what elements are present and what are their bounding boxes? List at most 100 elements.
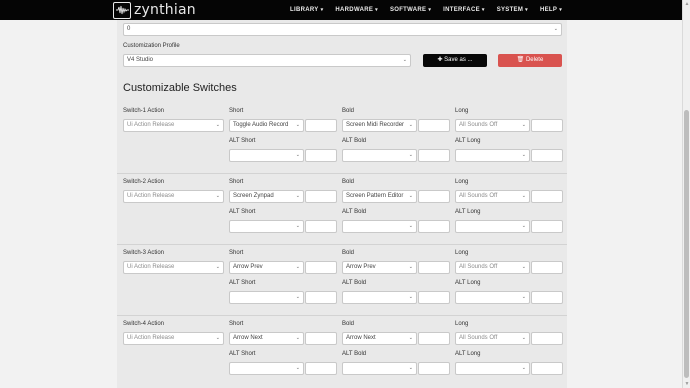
- switch-3-alt-short-label: ALT Short: [229, 280, 256, 286]
- switch-1-short-param-input[interactable]: [305, 119, 337, 132]
- switch-3-alt-long-param-input[interactable]: [531, 291, 563, 304]
- switch-3-action-select[interactable]: Ui Action Release ⌄: [123, 261, 224, 274]
- switch-4-alt-long-param-input[interactable]: [531, 362, 563, 375]
- switch-4-short-select[interactable]: Arrow Next ⌄: [229, 332, 304, 345]
- scrollbar-thumb[interactable]: [684, 110, 689, 378]
- menu-library[interactable]: LIBRARY ▾: [290, 7, 323, 13]
- chevron-down-icon: ⌄: [215, 122, 220, 128]
- switch-1-label: Switch-1 Action: [123, 108, 165, 114]
- switch-2-short-label: Short: [229, 179, 244, 185]
- switch-4-long-param-input[interactable]: [531, 332, 563, 345]
- top-select-value: 0: [127, 26, 131, 32]
- switch-separator: [117, 315, 567, 316]
- menu-hardware[interactable]: HARDWARE ▾: [335, 7, 378, 13]
- switch-2-alt-bold-param-input[interactable]: [418, 220, 450, 233]
- switch-4-alt-long-label: ALT Long: [455, 351, 481, 357]
- switch-2-long-param-input[interactable]: [531, 190, 563, 203]
- switch-2-short-param-input[interactable]: [305, 190, 337, 203]
- switch-1-action-select[interactable]: Ui Action Release ⌄: [123, 119, 224, 132]
- switch-2-long-select[interactable]: All Sounds Off ⌄: [455, 190, 530, 203]
- switch-1-long-select-value: All Sounds Off: [459, 122, 498, 128]
- menu-help[interactable]: HELP ▾: [540, 7, 562, 13]
- switch-3-label: Switch-3 Action: [123, 250, 165, 256]
- menu-label: HARDWARE: [335, 7, 374, 13]
- switch-2-short-select[interactable]: Screen Zynpad ⌄: [229, 190, 304, 203]
- switch-3-bold-select-value: Arrow Prev: [346, 264, 376, 270]
- switch-1-alt-long-select[interactable]: ⌄: [455, 149, 530, 162]
- switch-2-alt-short-select[interactable]: ⌄: [229, 220, 304, 233]
- switch-3-alt-long-select[interactable]: ⌄: [455, 291, 530, 304]
- switch-3-short-param-input[interactable]: [305, 261, 337, 274]
- menu-software[interactable]: SOFTWARE ▾: [390, 7, 431, 13]
- chevron-down-icon: ⌄: [408, 152, 413, 158]
- switch-3-alt-short-select[interactable]: ⌄: [229, 291, 304, 304]
- profile-label: Customization Profile: [123, 43, 180, 49]
- switch-4-alt-short-select[interactable]: ⌄: [229, 362, 304, 375]
- switch-2-alt-short-param-input[interactable]: [305, 220, 337, 233]
- switch-4-alt-bold-param-input[interactable]: [418, 362, 450, 375]
- switch-3-bold-select[interactable]: Arrow Prev ⌄: [342, 261, 417, 274]
- menu-interface[interactable]: INTERFACE ▾: [443, 7, 485, 13]
- switch-1-bold-select[interactable]: Screen Midi Recorder ⌄: [342, 119, 417, 132]
- switch-2-bold-select[interactable]: Screen Pattern Editor ⌄: [342, 190, 417, 203]
- logo-text: zynthian: [134, 2, 196, 18]
- caret-down-icon: ▾: [525, 7, 528, 13]
- switch-3-alt-bold-select[interactable]: ⌄: [342, 291, 417, 304]
- switch-3-long-param-input[interactable]: [531, 261, 563, 274]
- switch-2-action-select[interactable]: Ui Action Release ⌄: [123, 190, 224, 203]
- chevron-down-icon: ⌄: [521, 365, 526, 371]
- switch-4-alt-bold-select[interactable]: ⌄: [342, 362, 417, 375]
- profile-select[interactable]: V4 Studio ⌄: [123, 54, 411, 67]
- switch-1-alt-long-param-input[interactable]: [531, 149, 563, 162]
- switch-1-bold-param-input[interactable]: [418, 119, 450, 132]
- switch-1-alt-bold-select[interactable]: ⌄: [342, 149, 417, 162]
- switch-1-long-select[interactable]: All Sounds Off ⌄: [455, 119, 530, 132]
- switch-3-long-select[interactable]: All Sounds Off ⌄: [455, 261, 530, 274]
- switch-1-long-param-input[interactable]: [531, 119, 563, 132]
- page-scrollbar[interactable]: ▲ ▼: [682, 0, 690, 388]
- menu-label: INTERFACE: [443, 7, 480, 13]
- switch-1-alt-short-param-input[interactable]: [305, 149, 337, 162]
- switch-2-alt-long-param-input[interactable]: [531, 220, 563, 233]
- scroll-down-icon[interactable]: ▼: [684, 380, 690, 388]
- chevron-down-icon: ⌄: [521, 264, 526, 270]
- chevron-down-icon: ⌄: [408, 365, 413, 371]
- scroll-up-icon[interactable]: ▲: [684, 0, 690, 8]
- switch-2-label: Switch-2 Action: [123, 179, 165, 185]
- switch-4-alt-short-param-input[interactable]: [305, 362, 337, 375]
- switch-3-alt-short-param-input[interactable]: [305, 291, 337, 304]
- switch-1-short-select[interactable]: Toggle Audio Record ⌄: [229, 119, 304, 132]
- switch-3-alt-bold-param-input[interactable]: [418, 291, 450, 304]
- switch-1-bold-select-value: Screen Midi Recorder: [346, 122, 405, 128]
- switch-4-action-select[interactable]: Ui Action Release ⌄: [123, 332, 224, 345]
- switch-3-alt-long-label: ALT Long: [455, 280, 481, 286]
- switch-3-short-select[interactable]: Arrow Prev ⌄: [229, 261, 304, 274]
- switch-1-short-label: Short: [229, 108, 244, 114]
- switch-4-alt-bold-label: ALT Bold: [342, 351, 367, 357]
- menu-system[interactable]: SYSTEM ▾: [497, 7, 528, 13]
- zynthian-logo[interactable]: zynthian: [113, 1, 196, 19]
- switch-4-bold-param-input[interactable]: [418, 332, 450, 345]
- chevron-down-icon: ⌄: [408, 264, 413, 270]
- switch-4-long-select-value: All Sounds Off: [459, 335, 498, 341]
- switch-2-bold-param-input[interactable]: [418, 190, 450, 203]
- switch-1-alt-short-select[interactable]: ⌄: [229, 149, 304, 162]
- switch-4-bold-select[interactable]: Arrow Next ⌄: [342, 332, 417, 345]
- switch-2-alt-long-select[interactable]: ⌄: [455, 220, 530, 233]
- chevron-down-icon: ⌄: [215, 193, 220, 199]
- switch-4-short-param-input[interactable]: [305, 332, 337, 345]
- switch-2-alt-bold-select[interactable]: ⌄: [342, 220, 417, 233]
- switch-4-label: Switch-4 Action: [123, 321, 165, 327]
- delete-button[interactable]: 🗑 Delete: [498, 54, 562, 67]
- chevron-down-icon: ⌄: [521, 193, 526, 199]
- switch-4-alt-long-select[interactable]: ⌄: [455, 362, 530, 375]
- save-as-button[interactable]: ✚ Save as ...: [423, 54, 487, 67]
- switch-4-long-select[interactable]: All Sounds Off ⌄: [455, 332, 530, 345]
- switch-1-alt-long-label: ALT Long: [455, 138, 481, 144]
- chevron-down-icon: ⌄: [521, 122, 526, 128]
- top-select[interactable]: 0 ⌄: [123, 23, 562, 36]
- chevron-down-icon: ⌄: [521, 335, 526, 341]
- switch-1-alt-bold-param-input[interactable]: [418, 149, 450, 162]
- switch-3-bold-param-input[interactable]: [418, 261, 450, 274]
- switch-3-short-select-value: Arrow Prev: [233, 264, 263, 270]
